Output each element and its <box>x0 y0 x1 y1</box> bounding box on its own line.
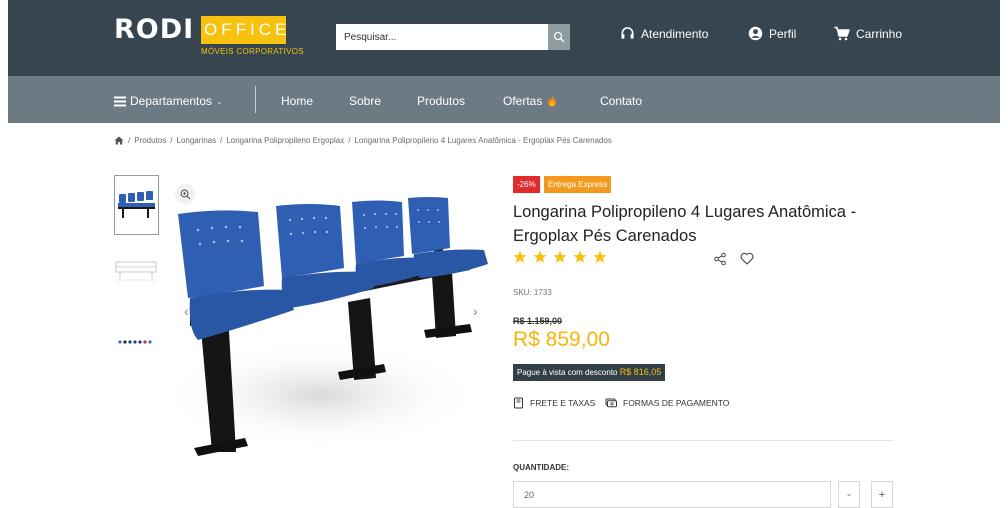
thumbnail-colors-image <box>118 340 152 344</box>
receipt-icon <box>514 397 523 409</box>
heart-icon[interactable] <box>740 252 754 265</box>
thumbnail-2[interactable] <box>114 244 159 304</box>
user-icon <box>748 26 763 41</box>
breadcrumb: / Produtos / Longarinas / Longarina Poli… <box>114 136 612 145</box>
atendimento-label: Atendimento <box>641 26 709 41</box>
express-badge: Entrega Express <box>544 176 612 193</box>
chair-4 <box>408 197 488 278</box>
search-button[interactable] <box>548 24 570 50</box>
ofertas-label: Ofertas <box>503 94 543 108</box>
nav-item-contato[interactable]: Contato <box>600 94 642 108</box>
quantity-input[interactable] <box>513 481 831 508</box>
product-image[interactable] <box>170 190 500 458</box>
home-icon[interactable] <box>114 136 124 145</box>
perfil-link[interactable]: Perfil <box>748 26 796 41</box>
frete-taxas-link[interactable]: FRETE E TAXAS <box>513 397 595 409</box>
pix-text: Pague à vista com desconto <box>517 368 618 377</box>
star-icon <box>513 250 527 263</box>
price: R$ 859,00 <box>513 328 610 351</box>
prev-image-arrow[interactable]: ‹ <box>184 303 189 319</box>
fire-icon <box>548 95 557 107</box>
sku-value: 1733 <box>533 288 552 297</box>
nav-divider <box>255 86 256 113</box>
menu-icon <box>114 96 126 106</box>
thumbnail-chair-image <box>118 191 155 218</box>
star-icon <box>593 250 607 263</box>
sku-label: SKU: <box>513 288 532 297</box>
share-icon[interactable] <box>713 252 727 266</box>
cart-icon <box>834 26 850 41</box>
nav-item-sobre[interactable]: Sobre <box>349 94 381 108</box>
logo-subtitle: MÓVEIS CORPORATIVOS <box>201 47 304 56</box>
nav-item-produtos[interactable]: Produtos <box>417 94 465 108</box>
thumbnail-drawing-image <box>115 261 157 281</box>
perfil-label: Perfil <box>769 26 797 41</box>
search-icon <box>553 31 565 43</box>
quantity-plus-button[interactable]: + <box>871 481 893 508</box>
star-icon <box>533 250 547 263</box>
chevron-down-icon: ⌄ <box>216 96 223 106</box>
chair-1 <box>178 210 294 340</box>
formas-pagamento-link[interactable]: FORMAS DE PAGAMENTO <box>605 397 729 408</box>
rating-stars <box>513 250 607 264</box>
breadcrumb-link-produtos[interactable]: Produtos <box>134 136 166 145</box>
formas-pagamento-label: FORMAS DE PAGAMENTO <box>623 397 730 408</box>
pix-price: R$ 816,05 <box>619 367 662 377</box>
thumbnail-1[interactable] <box>114 175 159 235</box>
search-input[interactable] <box>336 24 548 50</box>
money-icon <box>605 398 617 408</box>
breadcrumb-link-longarinas[interactable]: Longarinas <box>177 136 217 145</box>
headset-icon <box>621 27 634 39</box>
discount-badge: -26% <box>513 176 540 193</box>
carrinho-label: Carrinho <box>856 26 903 41</box>
breadcrumb-current: Longarina Polipropileno 4 Lugares Anatôm… <box>354 136 612 145</box>
star-icon <box>573 250 587 263</box>
frete-taxas-label: FRETE E TAXAS <box>530 398 596 408</box>
nav-item-home[interactable]: Home <box>281 94 313 108</box>
quantity-label: QUANTIDADE: <box>513 463 569 472</box>
product-title: Longarina Polipropileno 4 Lugares Anatôm… <box>513 203 857 245</box>
logo-rodi[interactable]: RODI <box>114 14 194 45</box>
logo-office[interactable]: OFFICE <box>201 16 286 44</box>
atendimento-link[interactable]: Atendimento <box>620 26 708 41</box>
divider <box>513 440 893 441</box>
breadcrumb-link-ergoplax[interactable]: Longarina Polipropileno Ergoplax <box>226 136 344 145</box>
star-icon <box>553 250 567 263</box>
thumbnail-3[interactable] <box>114 314 159 374</box>
sku: SKU: 1733 <box>513 288 552 297</box>
pix-discount-box: Pague à vista com desconto R$ 816,05 <box>513 364 666 381</box>
departamentos-label: Departamentos <box>130 94 213 108</box>
departamentos-menu[interactable]: Departamentos ⌄ <box>114 94 223 108</box>
quantity-minus-button[interactable]: - <box>838 481 860 508</box>
old-price: R$ 1.159,00 <box>513 316 563 326</box>
carrinho-link[interactable]: Carrinho <box>834 26 902 41</box>
nav-item-ofertas[interactable]: Ofertas <box>503 94 557 108</box>
next-image-arrow[interactable]: › <box>473 303 478 319</box>
